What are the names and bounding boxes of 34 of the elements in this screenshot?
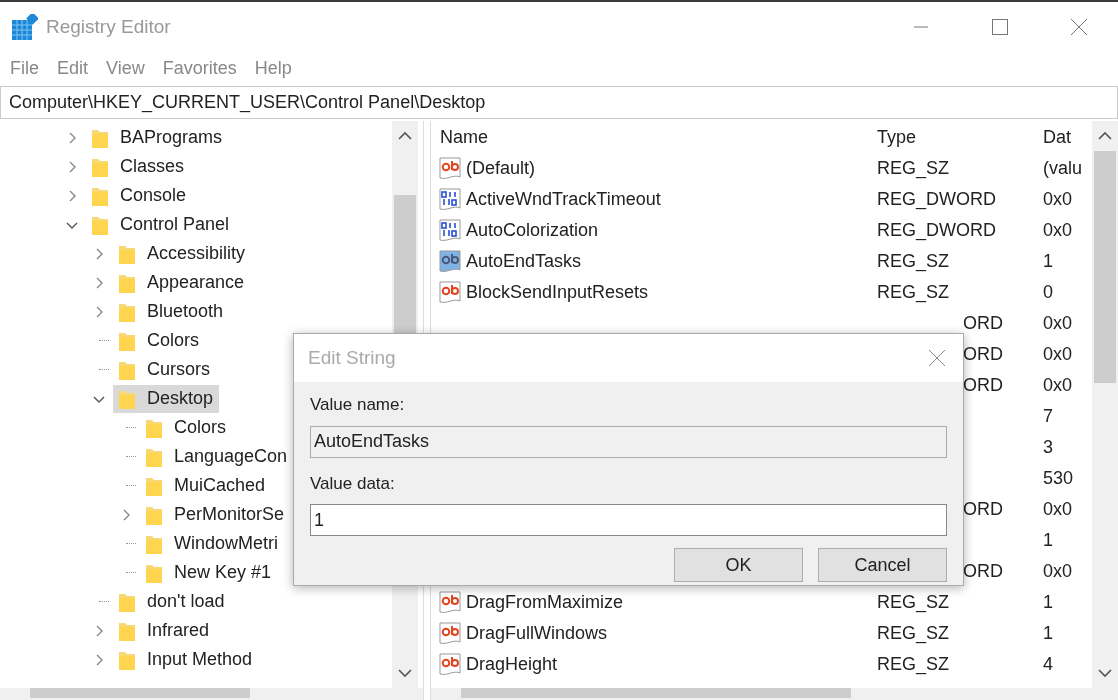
table-cell: REG_SZ [877, 592, 950, 612]
window-title: Registry Editor [46, 14, 171, 39]
table-cell: REG_SZ [877, 251, 950, 271]
table-cell: REG_DWORD [877, 189, 996, 209]
table-cell-text: 0x0 [1043, 374, 1073, 397]
table-cell: ORD [963, 561, 1003, 581]
table-cell-text: 3 [1043, 436, 1053, 459]
table-cell: ORD [963, 499, 1003, 519]
table-cell: ORD [963, 375, 1003, 395]
table-cell-text: 0x0 [1043, 343, 1073, 366]
table-cell-text: 530 [1043, 467, 1074, 490]
table-cell: ORD [963, 344, 1003, 364]
table-cell-text: 7 [1043, 405, 1053, 428]
table-cell-text: 1 [1043, 591, 1053, 614]
table-cell-text: 1 [1043, 622, 1053, 645]
table-cell: REG_SZ [877, 654, 950, 674]
table-cell: REG_DWORD [877, 220, 996, 240]
table-cell: REG_SZ [877, 282, 950, 302]
table-cell-text: 4 [1043, 653, 1053, 676]
dialog-title: Edit String [308, 345, 396, 370]
table-cell-text: 0x0 [1043, 188, 1073, 211]
table-cell-text: 0 [1043, 281, 1053, 304]
field-label: Value data: [310, 472, 396, 495]
table-cell-text: (valu [1043, 157, 1082, 180]
table-cell-text: 0x0 [1043, 560, 1073, 583]
table-cell-text: 0x0 [1043, 498, 1073, 521]
table-cell-text: 1 [1043, 529, 1053, 552]
table-cell: REG_SZ [877, 158, 950, 178]
table-cell-text: 1 [1043, 250, 1053, 273]
table-cell-text: 0x0 [1043, 219, 1073, 242]
table-cell: ORD [963, 313, 1003, 333]
table-cell: REG_SZ [877, 623, 950, 643]
table-cell-text: 0x0 [1043, 312, 1073, 335]
field-label: Value name: [310, 394, 406, 416]
